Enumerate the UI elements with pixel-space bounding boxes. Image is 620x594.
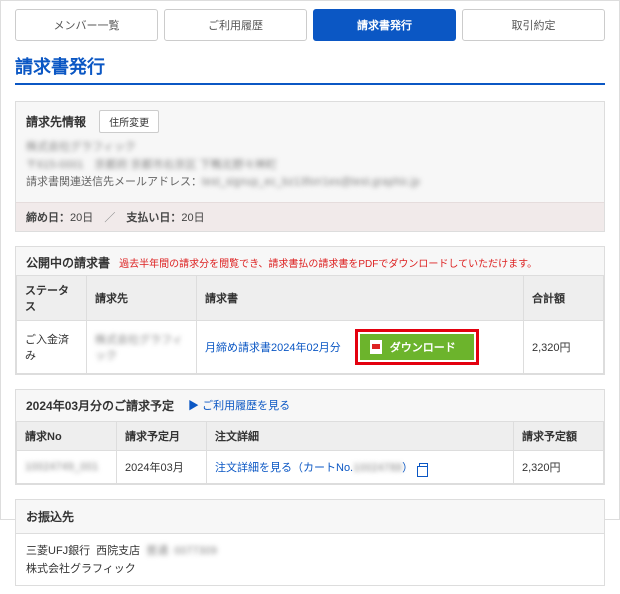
bank-title: お振込先: [16, 500, 604, 533]
table-row: ご入金済み 株式会社グラフィック 月締め請求書2024年02月分 ダウンロード: [17, 320, 604, 373]
col-sched-amount: 請求予定額: [514, 421, 604, 450]
schedule-title: 2024年03月分のご請求予定: [26, 397, 174, 414]
page-title: 請求書発行: [15, 53, 605, 85]
cell-billed-to: 株式会社グラフィック: [95, 334, 183, 362]
order-detail-link[interactable]: 注文詳細を見る（カートNo.10024788）: [215, 462, 428, 474]
col-sched-month: 請求予定月: [117, 421, 207, 450]
external-link-icon: [419, 463, 428, 472]
main-tabs: メンバー一覧 ご利用履歴 請求書発行 取引約定: [15, 9, 605, 41]
payment-label: 支払い日：: [126, 212, 181, 224]
col-billed-to: 請求先: [87, 275, 197, 320]
tab-member-list[interactable]: メンバー一覧: [15, 9, 158, 41]
download-label: ダウンロード: [390, 339, 456, 355]
tab-transaction-terms[interactable]: 取引約定: [462, 9, 605, 41]
change-address-button[interactable]: 住所変更: [99, 110, 159, 133]
bank-account-no: 0077309: [174, 542, 217, 561]
billing-info-title: 請求先情報: [26, 113, 86, 130]
billing-company: 株式会社グラフィック: [26, 139, 594, 157]
cutoff-bar: 締め日：20日 ／ 支払い日：20日: [16, 202, 604, 231]
col-invoice-no: 請求No: [17, 421, 117, 450]
col-status: ステータス: [17, 275, 87, 320]
tab-usage-history[interactable]: ご利用履歴: [164, 9, 307, 41]
cell-status: ご入金済み: [17, 320, 87, 373]
view-history-link[interactable]: ▶ ご利用履歴を見る: [188, 397, 290, 413]
download-highlight: ダウンロード: [355, 329, 479, 365]
billing-address: 〒615-0001 京都府 京都市右京区 下鴨北野々神町: [26, 157, 594, 175]
invoice-link[interactable]: 月締め請求書2024年02月分: [205, 339, 341, 355]
billing-info-section: 請求先情報 住所変更 株式会社グラフィック 〒615-0001 京都府 京都市右…: [15, 101, 605, 232]
download-button[interactable]: ダウンロード: [360, 334, 474, 360]
col-invoice: 請求書: [197, 275, 524, 320]
bank-account-type: 普通: [146, 542, 168, 561]
bank-holder: 株式会社グラフィック: [26, 560, 594, 579]
cutoff-value: 20日: [70, 212, 93, 224]
billing-email: test_signup_ec_bz13forr1es@test.graphic.…: [202, 176, 420, 188]
billing-email-label: 請求書関連送信先メールアドレス：: [26, 176, 202, 188]
schedule-table: 請求No 請求予定月 注文詳細 請求予定額 10024749_001 2024年…: [16, 421, 604, 484]
cutoff-label: 締め日：: [26, 212, 70, 224]
cell-sched-month: 2024年03月: [117, 450, 207, 483]
payment-value: 20日: [181, 212, 204, 224]
bank-name: 三菱UFJ銀行: [26, 542, 90, 561]
col-total: 合計額: [524, 275, 604, 320]
tab-invoice-issue[interactable]: 請求書発行: [313, 9, 456, 41]
published-invoices-section: 公開中の請求書 過去半年間の請求分を閲覧でき、請求書払の請求書をPDFでダウンロ…: [15, 246, 605, 375]
table-row: 10024749_001 2024年03月 注文詳細を見る（カートNo.1002…: [17, 450, 604, 483]
published-note: 過去半年間の請求分を閲覧でき、請求書払の請求書をPDFでダウンロードしていただけ…: [119, 259, 537, 270]
bank-section: お振込先 三菱UFJ銀行 西院支店 普通 0077309 株式会社グラフィック: [15, 499, 605, 586]
published-table: ステータス 請求先 請求書 合計額 ご入金済み 株式会社グラフィック 月締め請求…: [16, 275, 604, 374]
pdf-icon: [370, 340, 382, 354]
cell-sched-amount: 2,320円: [514, 450, 604, 483]
published-title: 公開中の請求書: [26, 256, 110, 270]
cell-total: 2,320円: [524, 320, 604, 373]
col-order-detail: 注文詳細: [207, 421, 514, 450]
cell-invoice-no: 10024749_001: [25, 461, 98, 473]
bank-branch: 西院支店: [96, 542, 140, 561]
schedule-section: 2024年03月分のご請求予定 ▶ ご利用履歴を見る 請求No 請求予定月 注文…: [15, 389, 605, 485]
